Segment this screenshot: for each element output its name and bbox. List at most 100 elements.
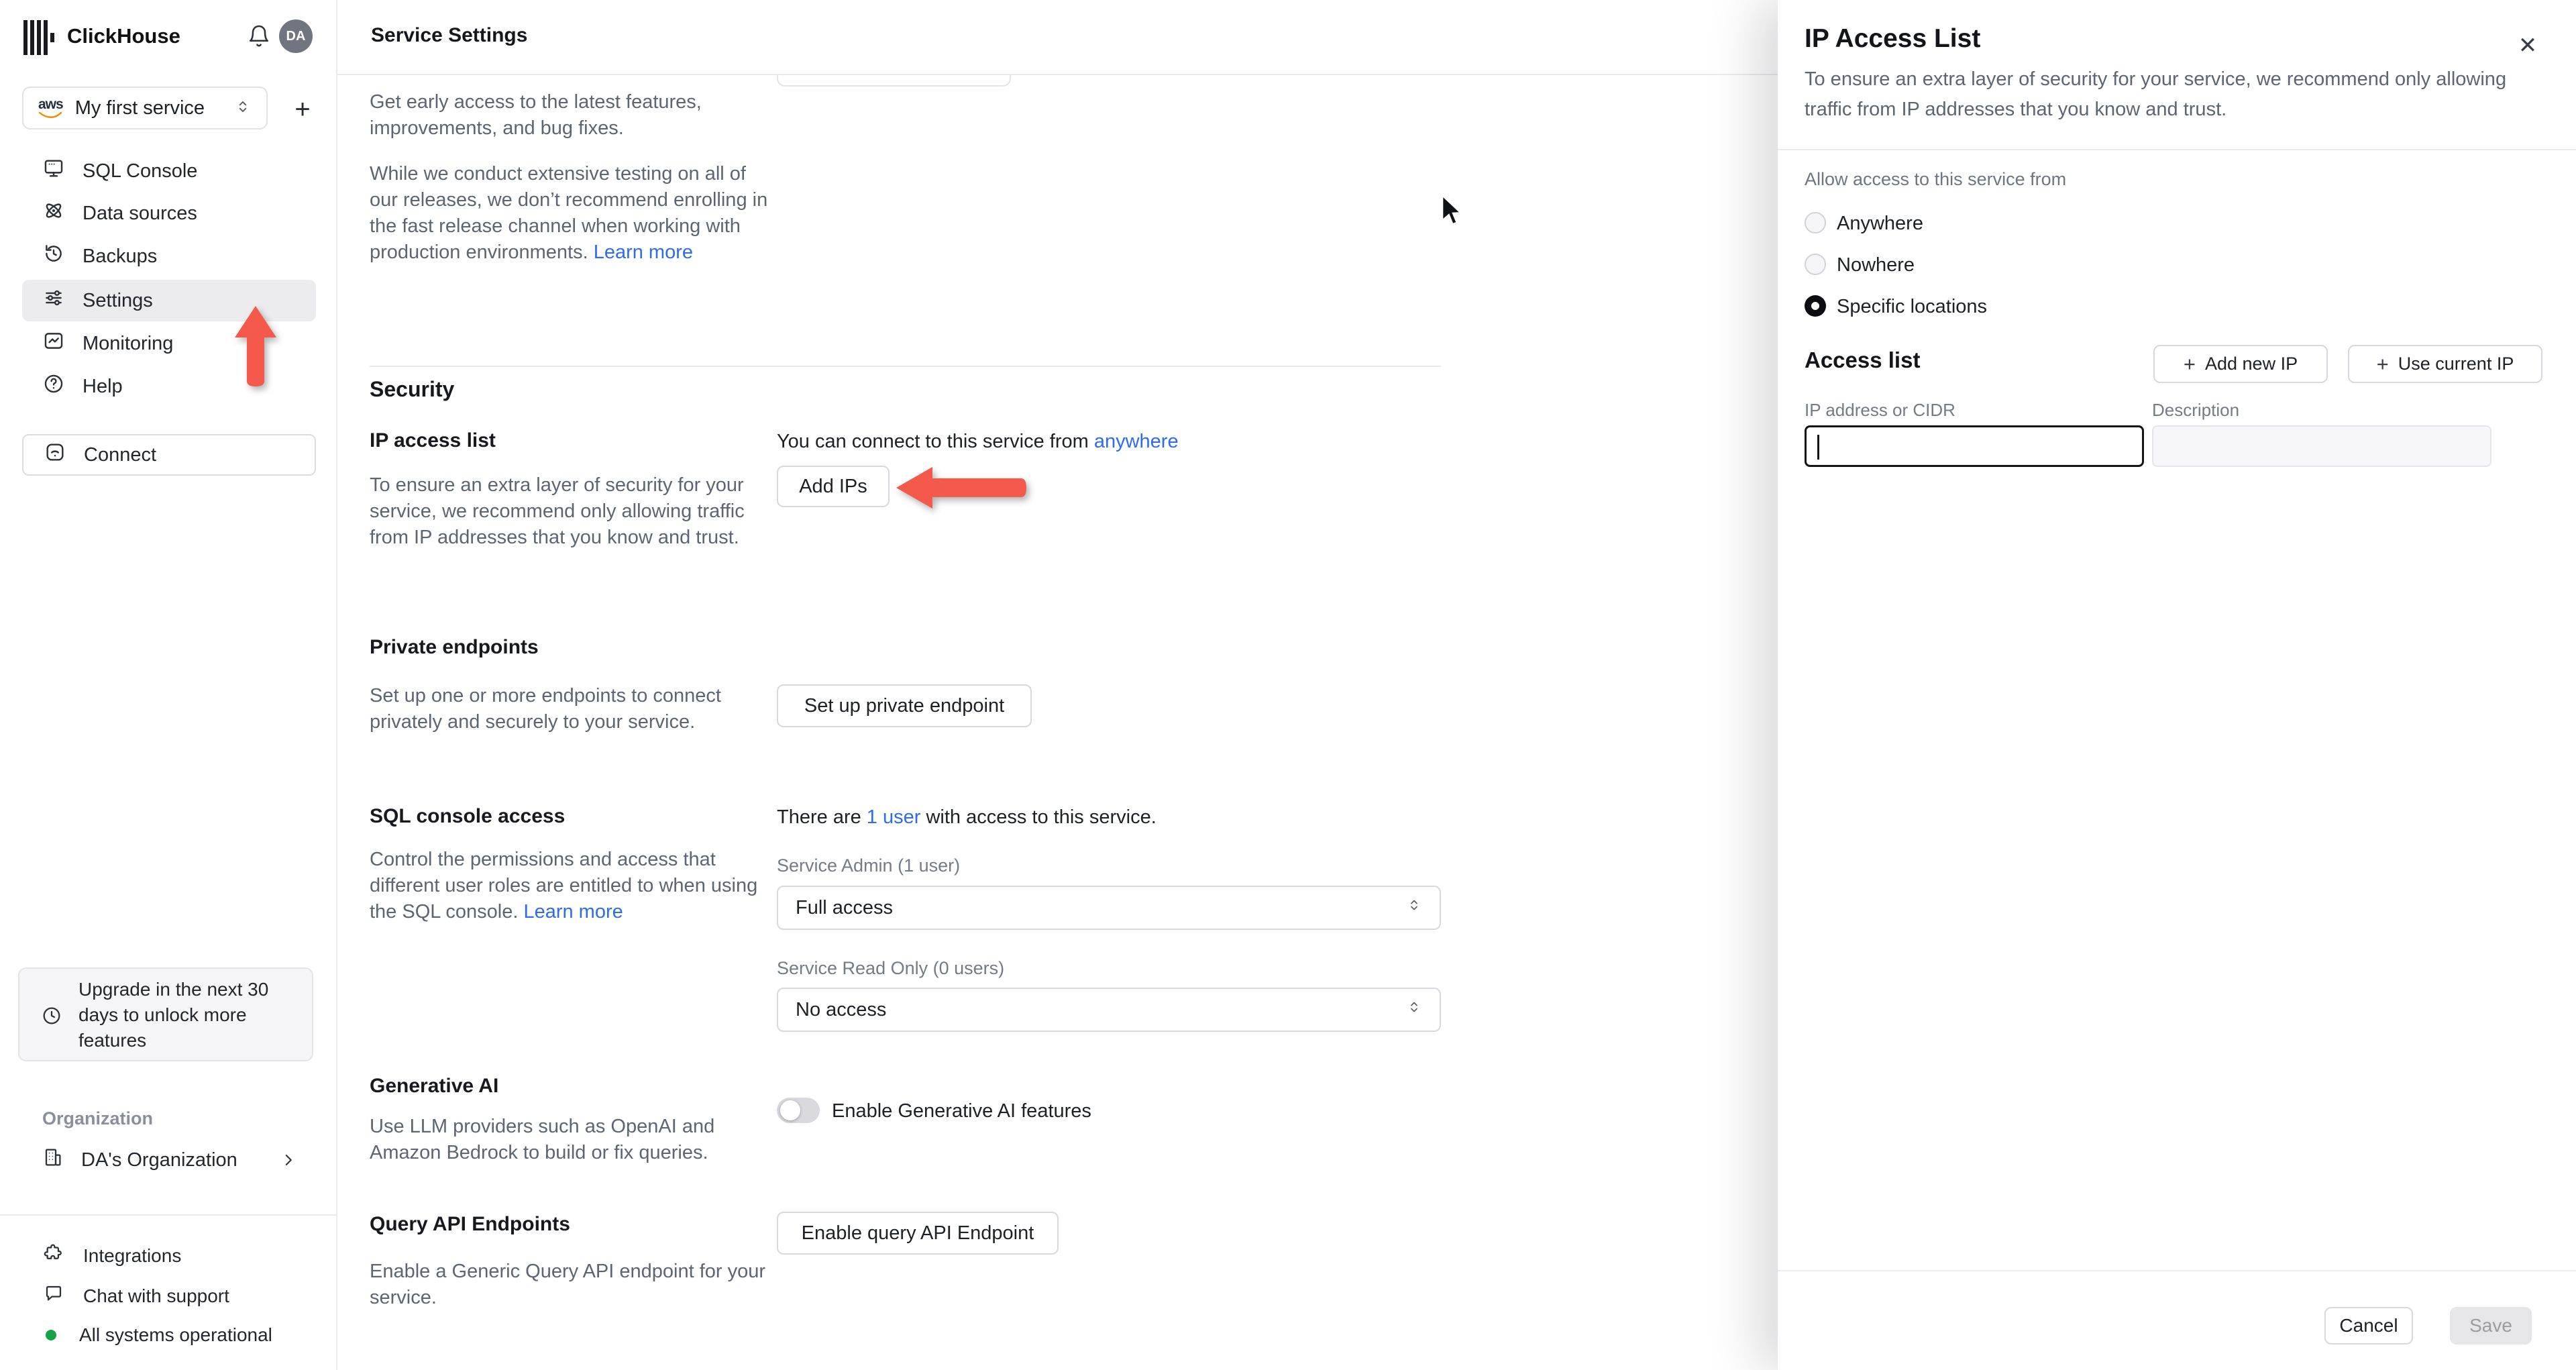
release-channel-select-fragment[interactable] xyxy=(777,75,1011,87)
panel-description: To ensure an extra layer of security for… xyxy=(1805,68,2507,120)
monitoring-chart-icon xyxy=(42,329,65,358)
sidebar-item-sql-console[interactable]: SQL Console xyxy=(22,150,316,192)
upgrade-notice-text: Upgrade in the next 30 days to unlock mo… xyxy=(78,979,269,1051)
radio-anywhere[interactable] xyxy=(1805,212,1826,233)
sidebar-divider xyxy=(0,1214,337,1216)
connect-label: Connect xyxy=(84,443,157,466)
clickhouse-console: ClickHouse DA aws My first service + SQL… xyxy=(0,0,2576,1370)
one-user-link[interactable]: 1 user xyxy=(867,806,921,828)
notifications-bell-icon[interactable] xyxy=(247,24,271,52)
organization-name: DA's Organization xyxy=(81,1149,237,1171)
integrations-link[interactable]: Integrations xyxy=(43,1243,181,1269)
fast-release-text: While we conduct extensive testing on al… xyxy=(370,163,768,263)
ip-access-description: To ensure an extra layer of security for… xyxy=(370,474,745,548)
cancel-button[interactable]: Cancel xyxy=(2324,1307,2413,1345)
sidebar: ClickHouse DA aws My first service + SQL… xyxy=(0,0,337,1370)
add-ips-button[interactable]: Add IPs xyxy=(777,466,890,507)
system-status-link[interactable]: All systems operational xyxy=(46,1324,272,1346)
upgrade-notice[interactable]: Upgrade in the next 30 days to unlock mo… xyxy=(18,967,313,1061)
service-readonly-select[interactable]: No access xyxy=(777,988,1441,1032)
chat-bubble-icon xyxy=(43,1283,64,1309)
aws-logo-icon: aws xyxy=(38,97,64,118)
sql-access-learn-more-link[interactable]: Learn more xyxy=(523,901,623,923)
plus-icon: + xyxy=(2376,352,2389,376)
fast-release-learn-more-link[interactable]: Learn more xyxy=(594,242,693,263)
generative-ai-toggle-label: Enable Generative AI features xyxy=(832,1100,1091,1122)
sidebar-item-data-sources[interactable]: Data sources xyxy=(22,193,316,234)
radio-nowhere-label[interactable]: Nowhere xyxy=(1837,254,1915,276)
sidebar-item-label: Monitoring xyxy=(83,332,174,354)
text-caret xyxy=(1817,435,1819,460)
use-current-ip-label: Use current IP xyxy=(2398,354,2514,374)
connect-button[interactable]: Connect xyxy=(22,434,316,476)
add-service-button[interactable]: + xyxy=(287,94,318,125)
main-header: Service Settings xyxy=(337,0,1778,75)
brand-title: ClickHouse xyxy=(67,24,180,48)
add-new-ip-button[interactable]: + Add new IP xyxy=(2153,345,2328,383)
plus-icon: + xyxy=(2183,352,2196,376)
radio-specific-locations-label[interactable]: Specific locations xyxy=(1837,296,1987,318)
allow-access-label: Allow access to this service from xyxy=(1805,169,2067,189)
service-selector[interactable]: aws My first service xyxy=(22,87,268,129)
connect-from-text: You can connect to this service from xyxy=(777,431,1094,452)
access-list-title: Access list xyxy=(1805,348,1921,372)
query-api-endpoints-title: Query API Endpoints xyxy=(370,1213,570,1235)
panel-title: IP Access List xyxy=(1805,24,1981,53)
radio-anywhere-label[interactable]: Anywhere xyxy=(1837,213,1923,235)
service-admin-value: Full access xyxy=(796,896,894,918)
organization-row[interactable]: DA's Organization xyxy=(22,1141,316,1179)
sql-console-icon xyxy=(42,157,65,185)
use-current-ip-button[interactable]: + Use current IP xyxy=(2348,345,2542,383)
ip-access-list-title: IP access list xyxy=(370,429,496,452)
anywhere-link[interactable]: anywhere xyxy=(1094,431,1179,452)
sql-console-access-description: Control the permissions and access that … xyxy=(370,847,772,925)
users-prefix: There are xyxy=(777,806,867,828)
private-endpoints-title: Private endpoints xyxy=(370,636,539,658)
chat-support-label: Chat with support xyxy=(83,1285,229,1306)
chevron-up-down-icon xyxy=(1406,998,1422,1022)
integrations-puzzle-icon xyxy=(43,1243,64,1269)
chat-support-link[interactable]: Chat with support xyxy=(43,1283,229,1309)
annotation-arrow-settings xyxy=(235,306,276,386)
save-button[interactable]: Save xyxy=(2450,1307,2532,1345)
fast-release-paragraph-2: While we conduct extensive testing on al… xyxy=(370,161,772,266)
page-title: Service Settings xyxy=(371,24,528,46)
generative-ai-toggle[interactable] xyxy=(777,1098,820,1123)
users-suffix: with access to this service. xyxy=(920,806,1157,828)
security-section-title: Security xyxy=(370,377,455,401)
radio-specific-locations[interactable] xyxy=(1805,295,1826,317)
organization-building-icon xyxy=(42,1147,64,1173)
clock-icon xyxy=(41,1005,62,1030)
sidebar-item-label: Data sources xyxy=(83,202,197,224)
annotation-arrow-add-ips xyxy=(896,467,1026,509)
ip-address-input[interactable] xyxy=(1805,425,2144,467)
service-selector-label: My first service xyxy=(74,97,205,119)
radio-nowhere[interactable] xyxy=(1805,254,1826,275)
add-new-ip-label: Add new IP xyxy=(2205,354,2298,374)
setup-private-endpoint-button[interactable]: Set up private endpoint xyxy=(777,684,1032,727)
generative-ai-title: Generative AI xyxy=(370,1075,499,1097)
panel-footer-divider xyxy=(1778,1270,2576,1271)
avatar[interactable]: DA xyxy=(279,19,313,53)
service-readonly-value: No access xyxy=(796,998,887,1020)
connect-icon xyxy=(44,441,66,469)
service-admin-select[interactable]: Full access xyxy=(777,886,1441,930)
chevron-up-down-icon xyxy=(234,97,252,120)
sidebar-item-label: Backups xyxy=(83,245,158,267)
private-endpoints-description: Set up one or more endpoints to connect … xyxy=(370,685,721,733)
close-icon[interactable]: ✕ xyxy=(2509,27,2546,64)
help-icon xyxy=(42,372,65,401)
description-input[interactable] xyxy=(2152,425,2491,467)
sidebar-item-backups[interactable]: Backups xyxy=(22,235,316,277)
section-divider xyxy=(370,366,1441,367)
enable-query-api-button[interactable]: Enable query API Endpoint xyxy=(777,1212,1059,1255)
mouse-cursor xyxy=(1442,195,1462,225)
fast-release-paragraph-1: Get early access to the latest features,… xyxy=(370,91,702,139)
sql-console-access-title: SQL console access xyxy=(370,805,566,827)
chevron-right-icon xyxy=(278,1150,299,1175)
service-admin-label: Service Admin (1 user) xyxy=(777,855,961,876)
sidebar-item-label: SQL Console xyxy=(83,160,198,182)
integrations-label: Integrations xyxy=(83,1245,182,1266)
ip-access-list-panel: IP Access List ✕ To ensure an extra laye… xyxy=(1778,0,2576,1370)
sql-users-line: There are 1 user with access to this ser… xyxy=(777,806,1157,829)
